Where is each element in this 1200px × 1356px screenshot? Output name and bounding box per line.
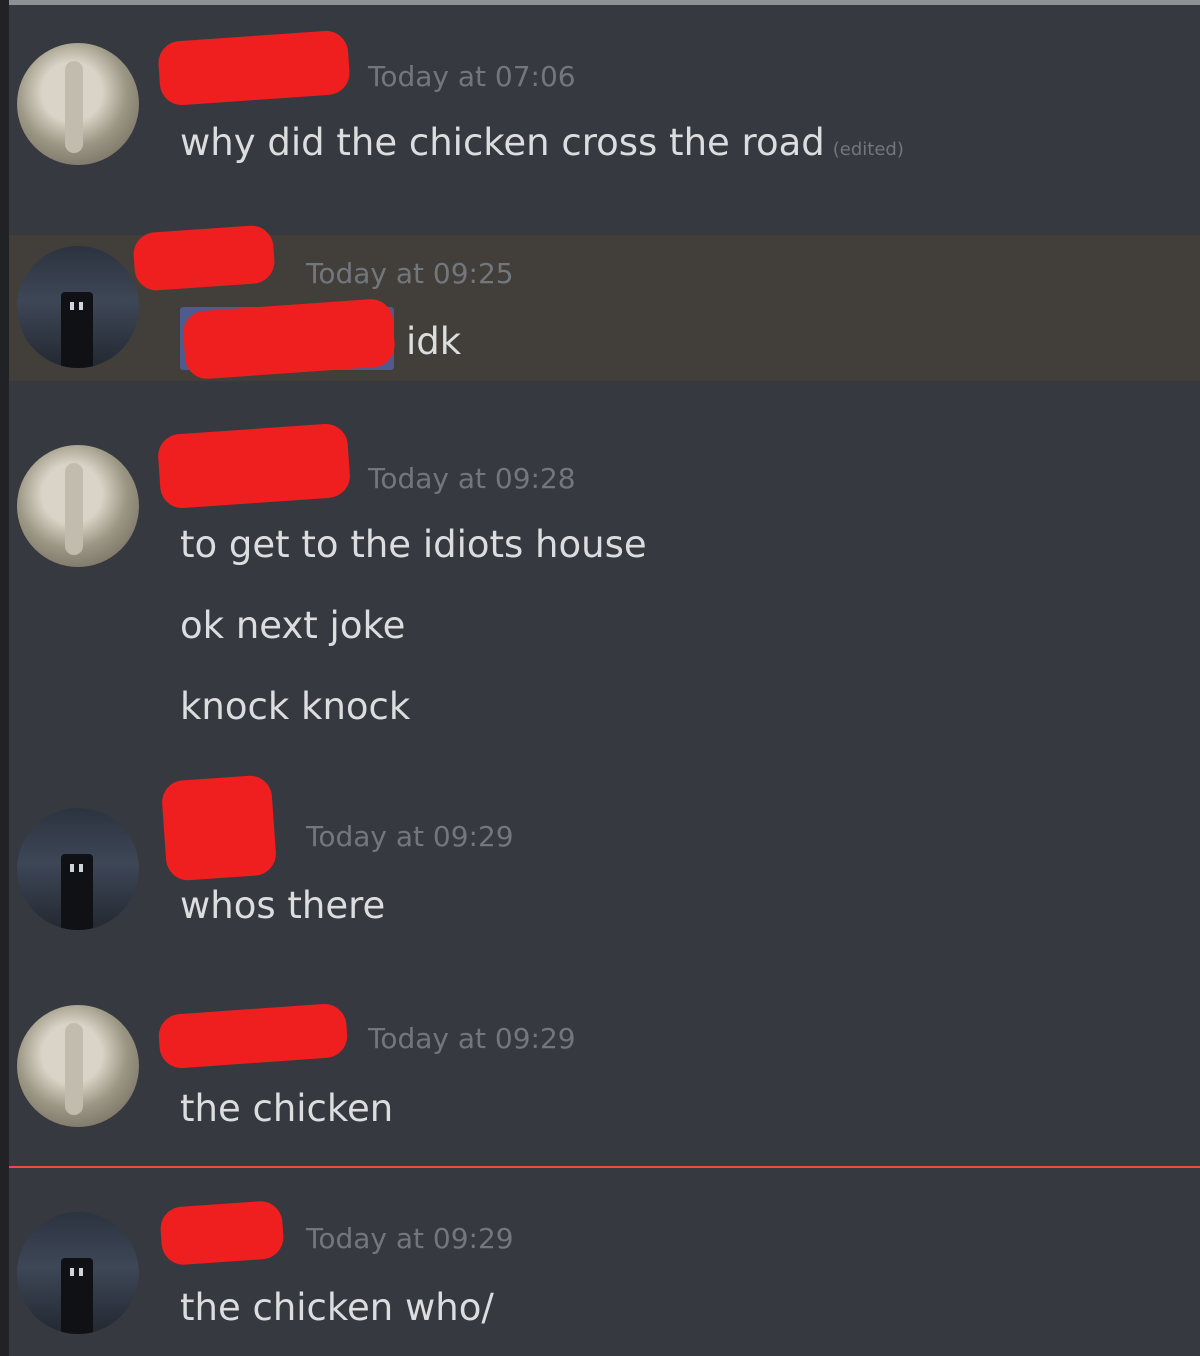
avatar-figure (65, 61, 83, 153)
avatar-door (61, 1258, 93, 1334)
timestamp: Today at 09:29 (306, 820, 514, 853)
message-group: Today at 09:29 the chicken who/ (9, 1190, 1200, 1356)
message-group-mention: Today at 09:25 idk (9, 224, 1200, 381)
avatar[interactable] (17, 1005, 139, 1127)
message-text[interactable]: to get to the idiots house (180, 523, 647, 566)
message-text[interactable]: why did the chicken cross the road (edite… (180, 121, 904, 164)
edited-label: (edited) (832, 139, 904, 160)
message-text[interactable]: ok next joke (180, 604, 405, 647)
message-content: why did the chicken cross the road (180, 121, 825, 164)
timestamp: Today at 09:29 (368, 1022, 576, 1055)
username-redaction (157, 1002, 349, 1070)
message-group: Today at 07:06 why did the chicken cross… (9, 20, 1200, 230)
message-group: Today at 09:28 to get to the idiots hous… (9, 422, 1200, 745)
window-top-border (0, 0, 1200, 5)
avatar-door (61, 854, 93, 930)
timestamp: Today at 09:28 (368, 462, 576, 495)
timestamp: Today at 09:25 (306, 257, 514, 290)
new-messages-divider (9, 1166, 1200, 1168)
username-redaction (160, 774, 278, 882)
username-redaction (132, 224, 276, 292)
message-text[interactable]: the chicken who/ (180, 1286, 494, 1329)
username-redaction (156, 29, 352, 107)
channel-left-border (0, 0, 9, 1356)
message-group: Today at 09:29 whos there (9, 774, 1200, 950)
message-text[interactable]: the chicken (180, 1087, 393, 1130)
avatar[interactable] (17, 808, 139, 930)
timestamp: Today at 09:29 (306, 1222, 514, 1255)
avatar[interactable] (17, 445, 139, 567)
avatar-figure (65, 1023, 83, 1115)
message-text[interactable]: idk (406, 320, 461, 363)
message-group: Today at 09:29 the chicken (9, 985, 1200, 1160)
avatar[interactable] (17, 43, 139, 165)
username-redaction (156, 422, 352, 510)
message-text[interactable]: whos there (180, 884, 385, 927)
avatar[interactable] (17, 1212, 139, 1334)
timestamp: Today at 07:06 (368, 60, 576, 93)
message-text[interactable]: knock knock (180, 685, 410, 728)
avatar-figure (65, 463, 83, 555)
avatar-door (61, 292, 93, 368)
avatar[interactable] (17, 246, 139, 368)
username-redaction (159, 1199, 285, 1267)
